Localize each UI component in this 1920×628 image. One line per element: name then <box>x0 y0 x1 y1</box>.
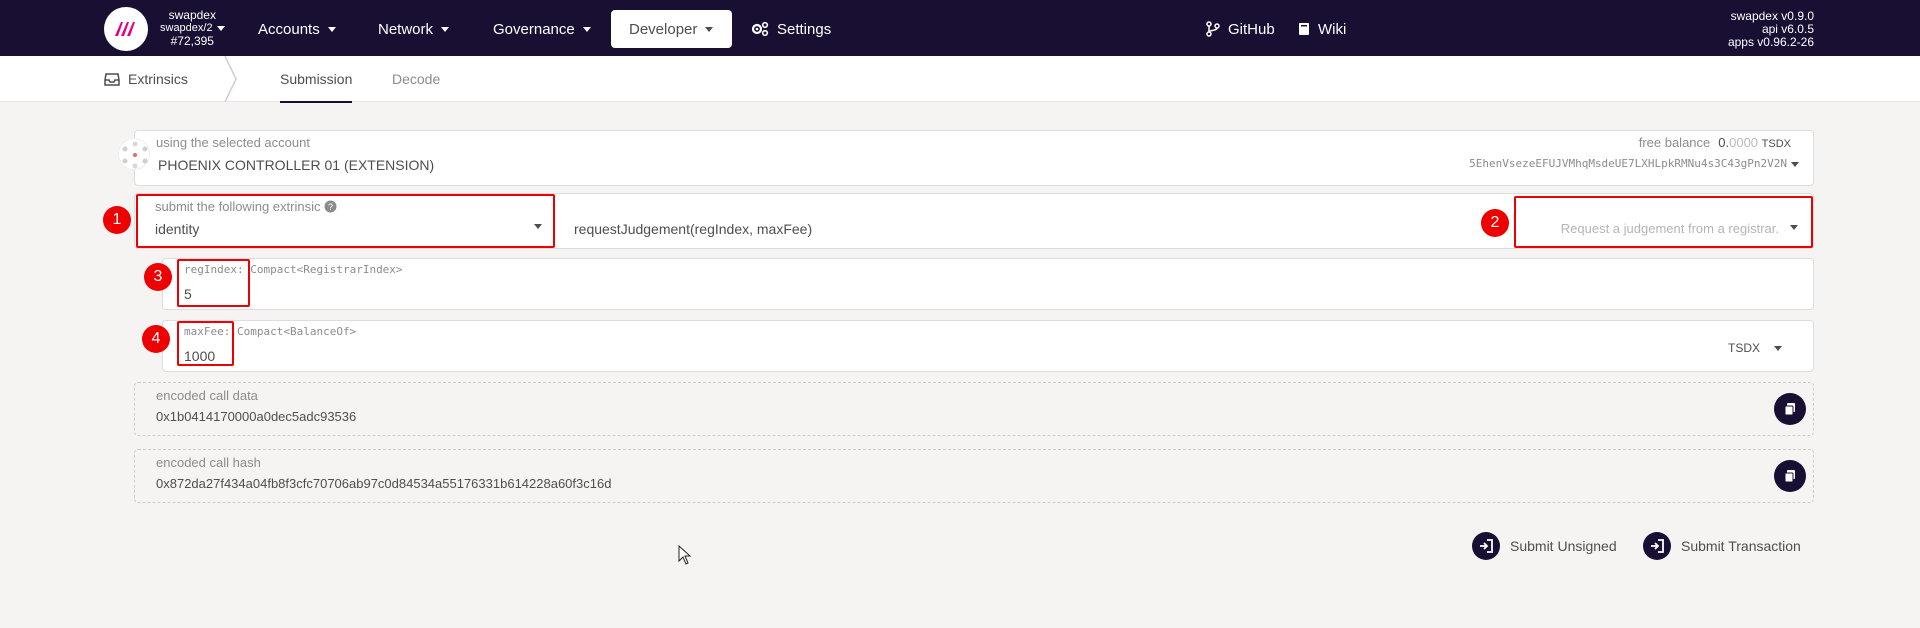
encoded-hash-label: encoded call hash <box>156 455 261 470</box>
inbox-icon <box>104 73 120 86</box>
chevron-down-icon <box>441 26 450 32</box>
sign-in-icon <box>1651 539 1664 553</box>
chevron-down-icon <box>1790 225 1798 230</box>
code-branch-icon <box>1206 21 1220 37</box>
book-icon <box>1299 23 1309 35</box>
annotation-badge-2: 2 <box>1481 209 1509 237</box>
block-number: #72,395 <box>170 34 214 48</box>
copy-icon <box>1784 403 1795 416</box>
regindex-param: regIndex: Compact<RegistrarIndex> <box>162 258 1814 310</box>
encoded-call-hash: encoded call hash 0x872da27f434a04fb8f3c… <box>134 449 1814 503</box>
account-selector[interactable]: using the selected account PHOENIX CONTR… <box>134 130 1814 186</box>
regindex-type: Compact<RegistrarIndex> <box>250 263 403 276</box>
gears-icon <box>751 21 769 37</box>
tab-submission-label: Submission <box>280 71 353 87</box>
version-info: swapdex v0.9.0 api v6.0.5 apps v0.96.2-2… <box>1728 10 1814 49</box>
maxfee-unit-select[interactable]: TSDX <box>1728 338 1808 358</box>
module-value: identity <box>155 221 200 237</box>
mouse-cursor-icon <box>678 545 692 565</box>
chevron-down-icon <box>582 26 591 32</box>
tab-submission[interactable]: Submission <box>280 56 353 103</box>
account-address: 5EhenVsezeEFUJVMhqMsdeUE7LXHLpkRMNu4s3C4… <box>1469 157 1787 170</box>
account-label: using the selected account <box>156 135 310 150</box>
copy-call-hash-button[interactable] <box>1774 460 1806 492</box>
maxfee-unit: TSDX <box>1728 341 1761 355</box>
account-name: PHOENIX CONTROLLER 01 (EXTENSION) <box>158 157 435 173</box>
annotation-badge-4: 4 <box>142 325 170 353</box>
breadcrumb-separator <box>224 56 237 102</box>
nav-governance[interactable]: Governance <box>479 10 605 48</box>
nav-governance-label: Governance <box>493 20 575 38</box>
maxfee-name: maxFee: <box>184 325 231 338</box>
nav-network[interactable]: Network <box>364 10 463 48</box>
method-description: Request a judgement from a registrar. <box>1560 221 1779 236</box>
account-identicon <box>118 138 150 170</box>
encoded-data-label: encoded call data <box>156 388 258 403</box>
sign-in-icon <box>1480 539 1493 553</box>
apps-version: apps v0.96.2-26 <box>1727 35 1814 49</box>
module-select[interactable]: submit the following extrinsic ? identit… <box>138 196 553 246</box>
tab-extrinsics-section[interactable]: Extrinsics <box>104 56 188 102</box>
chevron-down-icon <box>705 26 714 32</box>
chevron-down-icon <box>1791 162 1799 167</box>
nav-developer-label: Developer <box>629 20 698 38</box>
method-value: requestJudgement(regIndex, maxFee) <box>574 221 813 237</box>
regindex-name: regIndex: <box>184 263 244 276</box>
nav-wiki-label: Wiki <box>1318 20 1347 38</box>
balance-int: 0. <box>1718 135 1730 150</box>
nav-github[interactable]: GitHub <box>1192 10 1289 48</box>
balance-unit: TSDX <box>1761 138 1791 150</box>
nav-developer[interactable]: Developer <box>611 10 732 48</box>
chain-name: swapdex <box>168 8 216 22</box>
maxfee-input[interactable]: 1000 <box>180 346 1480 368</box>
tabs-bar: Extrinsics Submission Decode <box>0 56 1920 103</box>
section-label: Extrinsics <box>128 71 188 87</box>
annotation-badge-3: 3 <box>144 263 172 291</box>
tab-decode-label: Decode <box>392 71 441 87</box>
maxfee-type: Compact<BalanceOf> <box>236 325 357 338</box>
nav-network-label: Network <box>378 20 434 38</box>
chevron-down-icon <box>327 26 336 32</box>
swapdex-logo-icon[interactable] <box>104 7 148 51</box>
copy-call-data-button[interactable] <box>1774 393 1806 425</box>
nav-wiki[interactable]: Wiki <box>1284 10 1360 48</box>
top-navigation-bar: swapdex swapdex/2 #72,395 Accounts Netwo… <box>0 0 1920 56</box>
chevron-down-icon <box>216 26 225 31</box>
balance-label: free balance <box>1638 135 1711 150</box>
nav-settings[interactable]: Settings <box>737 10 845 48</box>
copy-icon <box>1784 470 1795 483</box>
nav-settings-label: Settings <box>777 20 832 38</box>
extrinsic-label: submit the following extrinsic <box>155 199 321 214</box>
balance-decimals: 0000 <box>1729 135 1759 150</box>
nav-accounts[interactable]: Accounts <box>244 10 350 48</box>
submit-unsigned-label: Submit Unsigned <box>1510 538 1617 554</box>
submit-transaction-label: Submit Transaction <box>1681 538 1801 554</box>
regindex-input[interactable]: 5 <box>180 284 240 306</box>
encoded-call-data: encoded call data 0x1b0414170000a0dec5ad… <box>134 382 1814 436</box>
nav-accounts-label: Accounts <box>258 20 320 38</box>
help-circle-icon[interactable]: ? <box>324 200 337 213</box>
submit-unsigned-button[interactable]: Submit Unsigned <box>1472 531 1617 561</box>
method-description-select[interactable]: Request a judgement from a registrar. <box>1517 198 1810 246</box>
chevron-down-icon <box>534 224 542 229</box>
annotation-badge-1: 1 <box>103 206 131 234</box>
chevron-down-icon <box>1774 345 1783 351</box>
svg-text:?: ? <box>328 202 333 212</box>
nav-github-label: GitHub <box>1228 20 1275 38</box>
free-balance: free balance 0.0000 TSDX <box>1639 135 1791 150</box>
chain-selector[interactable]: swapdex swapdex/2 #72,395 <box>160 9 225 48</box>
method-select[interactable]: requestJudgement(regIndex, maxFee) <box>562 196 1502 246</box>
tab-decode[interactable]: Decode <box>392 56 440 102</box>
submit-transaction-button[interactable]: Submit Transaction <box>1643 531 1801 561</box>
encoded-data-value: 0x1b0414170000a0dec5adc93536 <box>156 409 357 424</box>
encoded-hash-value: 0x872da27f434a04fb8f3cfc70706ab97c0d8453… <box>156 476 612 491</box>
